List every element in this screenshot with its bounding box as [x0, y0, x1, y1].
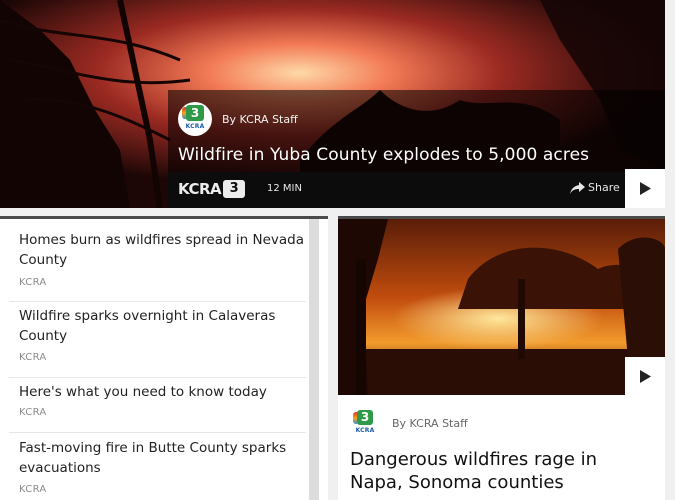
hero-byline-row: 3 KCRA By KCRA Staff	[178, 102, 298, 136]
card-headline[interactable]: Dangerous wildfires rage in Napa, Sonoma…	[350, 448, 650, 494]
list-item-source: KCRA	[19, 484, 47, 495]
list-item-source: KCRA	[19, 407, 47, 418]
share-label: Share	[588, 181, 620, 194]
card-play-button[interactable]	[625, 357, 665, 395]
share-arrow-icon	[570, 181, 585, 194]
list-item[interactable]: Homes burn as wildfires spread in Nevada…	[9, 225, 306, 302]
list-item-title: Here's what you need to know today	[19, 384, 267, 400]
card-byline: By KCRA Staff	[392, 416, 468, 430]
list-item-source: KCRA	[19, 352, 47, 363]
list-item-title: Fast-moving fire in Butte County sparks …	[19, 440, 287, 476]
list-item[interactable]: Fast-moving fire in Butte County sparks …	[9, 433, 306, 500]
list-item-source: KCRA	[19, 277, 47, 288]
hero-timestamp: 12 MIN	[267, 183, 302, 194]
list-scrollbar[interactable]	[309, 219, 319, 500]
kcra-station-logo-icon: 3 KCRA	[350, 408, 380, 438]
list-item[interactable]: Here's what you need to know today KCRA	[9, 378, 306, 433]
card-byline-row: 3 KCRA By KCRA Staff	[350, 408, 468, 438]
hero-story-card[interactable]: 3 KCRA By KCRA Staff Wildfire in Yuba Co…	[0, 0, 665, 208]
hero-byline: By KCRA Staff	[222, 112, 298, 126]
hero-play-button[interactable]	[625, 169, 665, 208]
list-item-title: Wildfire sparks overnight in Calaveras C…	[19, 308, 276, 344]
play-icon	[640, 182, 651, 195]
list-item-title: Homes burn as wildfires spread in Nevada…	[19, 232, 304, 268]
list-item[interactable]: Wildfire sparks overnight in Calaveras C…	[9, 302, 306, 378]
card-wildfire-image	[338, 219, 665, 395]
play-icon	[640, 369, 651, 383]
kcra-wordmark-logo: KCRA 3	[178, 178, 246, 200]
kcra-station-logo-icon: 3 KCRA	[178, 102, 212, 136]
share-button[interactable]: Share	[570, 181, 620, 194]
hero-headline[interactable]: Wildfire in Yuba County explodes to 5,00…	[178, 145, 589, 165]
